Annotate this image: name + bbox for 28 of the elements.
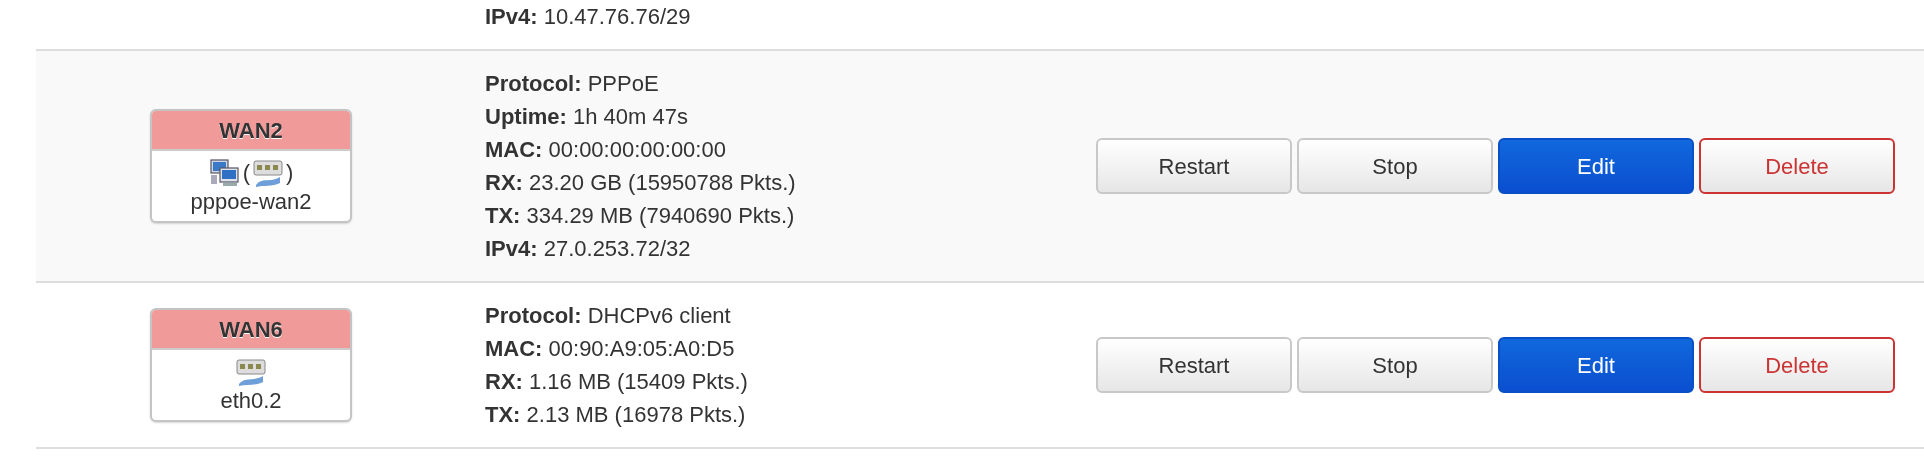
status-line: TX: 2.13 MB (16978 Pkts.) <box>485 401 747 429</box>
parenthesis: ( <box>242 160 250 186</box>
status-line: RX: 23.20 GB (15950788 Pkts.) <box>485 169 797 197</box>
status-line: Protocol: PPPoE <box>485 70 660 98</box>
ethernet-port-icon <box>252 157 284 189</box>
action-button[interactable]: Stop <box>1297 337 1493 393</box>
delete-button[interactable]: Delete <box>1699 138 1895 194</box>
status-line: Uptime: 1h 40m 47s <box>485 103 689 131</box>
interface-name: WAN2 <box>152 111 350 151</box>
action-button[interactable]: Stop <box>1297 138 1493 194</box>
action-button[interactable]: Restart <box>1096 337 1292 393</box>
status-line: Protocol: DHCPv6 client <box>485 302 732 330</box>
status-line: TX: 334.29 MB (7940690 Pkts.) <box>485 202 796 230</box>
computers-icon <box>208 157 241 189</box>
edit-button[interactable]: Edit <box>1498 337 1694 393</box>
device-name: eth0.2 <box>219 388 283 414</box>
interface-name: WAN6 <box>152 310 350 350</box>
status-line: MAC: 00:90:A9:05:A0:D5 <box>485 335 736 363</box>
status-line: RX: 1.16 MB (15409 Pkts.) <box>485 368 749 396</box>
status-line: MAC: 00:00:00:00:00:00 <box>485 136 727 164</box>
delete-button[interactable]: Delete <box>1699 337 1895 393</box>
action-button[interactable]: Restart <box>1096 138 1292 194</box>
edit-button[interactable]: Edit <box>1498 138 1694 194</box>
ethernet-port-icon <box>235 356 267 388</box>
status-line: IPv4: 27.0.253.72/32 <box>485 235 692 263</box>
parenthesis: ) <box>286 160 294 186</box>
device-name: pppoe-wan2 <box>189 189 313 215</box>
status-line: IPv4: 10.47.76.76/29 <box>485 3 692 31</box>
